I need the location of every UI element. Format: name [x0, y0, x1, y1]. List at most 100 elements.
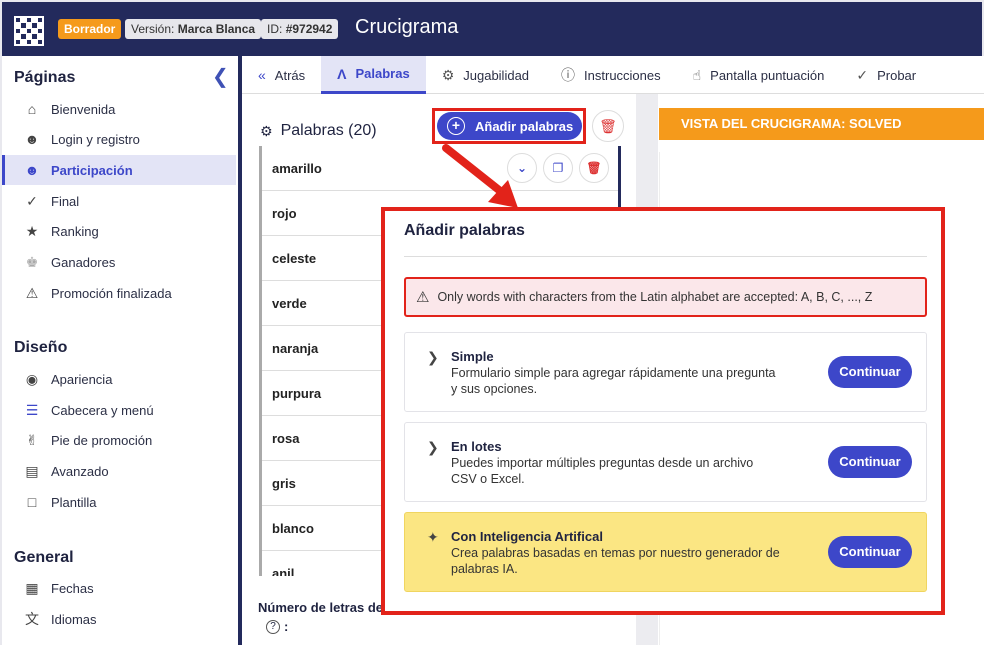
tab-label: Atrás: [274, 67, 306, 83]
warning-icon: ⚠: [25, 284, 39, 301]
sidebar-item-label: Avanzado: [51, 463, 109, 479]
version-prefix: Versión:: [131, 22, 175, 36]
continue-batch-button[interactable]: Continuar: [828, 446, 912, 478]
chevron-right-icon: ❯: [427, 439, 439, 455]
word-text: anil: [272, 565, 295, 577]
sidebar-item-promocion-finalizada[interactable]: ⚠ Promoción finalizada: [2, 278, 236, 308]
word-text: amarillo: [272, 160, 322, 176]
tab-label: Instrucciones: [584, 67, 661, 83]
tab-palabras[interactable]: Λ Palabras: [321, 56, 426, 94]
tab-atras[interactable]: « Atrás: [242, 56, 321, 94]
add-words-label: Añadir palabras: [475, 118, 574, 134]
gear-icon: ⚙: [260, 122, 273, 139]
trash-icon: 🗑: [599, 118, 617, 134]
sidebar-item-label: Plantilla: [51, 494, 97, 510]
continue-ai-button[interactable]: Continuar: [828, 536, 912, 568]
trophy-icon: ♚: [25, 253, 39, 270]
word-text: purpura: [272, 385, 322, 401]
back-icon: «: [258, 67, 266, 83]
modal-divider: [404, 256, 927, 257]
tab-label: Pantalla puntuación: [710, 67, 825, 83]
option-simple[interactable]: ❯ Simple Formulario simple para agregar …: [404, 332, 927, 412]
help-icon[interactable]: ?: [266, 620, 280, 634]
thumbs-up-icon: ☝: [692, 66, 702, 83]
word-text: rosa: [272, 430, 300, 446]
letters-count-label: Número de letras de: [258, 600, 383, 615]
sidebar-item-fechas[interactable]: ▦ Fechas: [2, 573, 236, 603]
continue-simple-button[interactable]: Continuar: [828, 356, 912, 388]
option-batch[interactable]: ❯ En lotes Puedes importar múltiples pre…: [404, 422, 927, 502]
sidebar-item-label: Final: [51, 193, 80, 209]
template-icon: □: [27, 494, 37, 510]
help-icon: ⓘ: [561, 67, 576, 83]
draft-badge: Borrador: [58, 19, 122, 39]
tab-probar[interactable]: ✓ Probar: [840, 56, 932, 94]
id-prefix: ID:: [267, 22, 283, 36]
check-icon: ✓: [856, 66, 869, 83]
word-text: verde: [272, 295, 307, 311]
tab-instrucciones[interactable]: ⓘ Instrucciones: [545, 56, 677, 94]
option-description: Crea palabras basadas en temas por nuest…: [451, 546, 780, 576]
version-badge: Versión: Marca Blanca: [125, 19, 262, 39]
tab-label: Probar: [877, 67, 917, 83]
login-icon: ☻: [24, 131, 40, 147]
word-text: rojo: [272, 205, 297, 221]
sidebar-item-label: Idiomas: [51, 611, 97, 627]
delete-row-button[interactable]: 🗑: [579, 153, 609, 183]
word-text: naranja: [272, 340, 319, 356]
option-title: En lotes: [451, 439, 502, 454]
sidebar-item-plantilla[interactable]: □ Plantilla: [2, 487, 236, 517]
words-panel-title: ⚙ Palabras (20): [260, 122, 377, 140]
tab-bar: « Atrás Λ Palabras ⚙ Jugabilidad ⓘ Instrucci…: [242, 56, 984, 94]
duplicate-row-button[interactable]: ❐: [543, 153, 573, 183]
option-description: Puedes importar múltiples preguntas desd…: [451, 456, 754, 486]
ranking-icon: ★: [25, 222, 39, 239]
sidebar-item-label: Ranking: [51, 223, 99, 239]
footer-icon: ✌: [26, 431, 38, 448]
option-ai[interactable]: ✦ Con Inteligencia Artifical Crea palabr…: [404, 512, 927, 592]
sidebar-item-label: Cabecera y menú: [51, 402, 154, 418]
latin-alphabet-alert: ⚠ Only words with characters from the Lat…: [404, 277, 927, 317]
sidebar-item-label: Promoción finalizada: [51, 285, 172, 301]
collapse-sidebar-icon[interactable]: ❮: [212, 64, 229, 89]
calendar-icon: ▦: [25, 579, 39, 596]
sidebar-item-bienvenida[interactable]: ⌂ Bienvenida: [2, 94, 236, 124]
preview-banner: VISTA DEL CRUCIGRAMA: SOLVED: [659, 108, 984, 140]
option-title: Simple: [451, 349, 494, 364]
sidebar-item-final[interactable]: ✓ Final: [2, 186, 236, 216]
home-icon: ⌂: [27, 101, 37, 117]
sidebar-item-label: Fechas: [51, 580, 94, 596]
sidebar-item-pie[interactable]: ✌ Pie de promoción: [2, 425, 236, 455]
version-value: Marca Blanca: [177, 22, 256, 36]
words-count-label: Palabras (20): [280, 122, 377, 139]
tab-label: Jugabilidad: [463, 67, 530, 83]
word-text: gris: [272, 475, 296, 491]
sidebar-item-label: Apariencia: [51, 371, 113, 387]
sidebar-item-ganadores[interactable]: ♚ Ganadores: [2, 247, 236, 277]
palette-icon: ◉: [25, 370, 39, 387]
language-icon: 文: [25, 611, 39, 627]
id-badge: ID: #972942: [261, 19, 339, 39]
sidebar-section-design: Diseño: [14, 339, 68, 356]
sidebar-item-avanzado[interactable]: ▤ Avanzado: [2, 456, 236, 486]
sidebar-section-pages: Páginas: [14, 69, 76, 86]
gear-icon: ⚙: [441, 66, 455, 83]
sidebar-item-label: Bienvenida: [51, 101, 116, 117]
sidebar-item-apariencia[interactable]: ◉ Apariencia: [2, 364, 236, 394]
add-words-button[interactable]: + Añadir palabras: [437, 112, 582, 140]
tab-pantalla-puntuacion[interactable]: ☝ Pantalla puntuación: [677, 56, 841, 94]
sidebar-item-label: Ganadores: [51, 254, 116, 270]
sidebar-item-participacion[interactable]: ☻ Participación: [2, 155, 236, 185]
delete-all-button[interactable]: 🗑: [592, 110, 624, 142]
words-icon: Λ: [337, 65, 347, 82]
tab-label: Palabras: [355, 66, 410, 81]
tab-jugabilidad[interactable]: ⚙ Jugabilidad: [426, 56, 545, 94]
check-icon: ✓: [26, 192, 38, 209]
word-text: blanco: [272, 520, 314, 536]
sidebar-item-idiomas[interactable]: 文 Idiomas: [2, 604, 236, 634]
sidebar-item-ranking[interactable]: ★ Ranking: [2, 216, 236, 246]
sidebar-item-login[interactable]: ☻ Login y registro: [2, 124, 236, 154]
crossword-logo-icon: [14, 16, 44, 46]
id-value: #972942: [285, 22, 333, 36]
sidebar-item-cabecera[interactable]: ☰ Cabecera y menú: [2, 395, 236, 425]
